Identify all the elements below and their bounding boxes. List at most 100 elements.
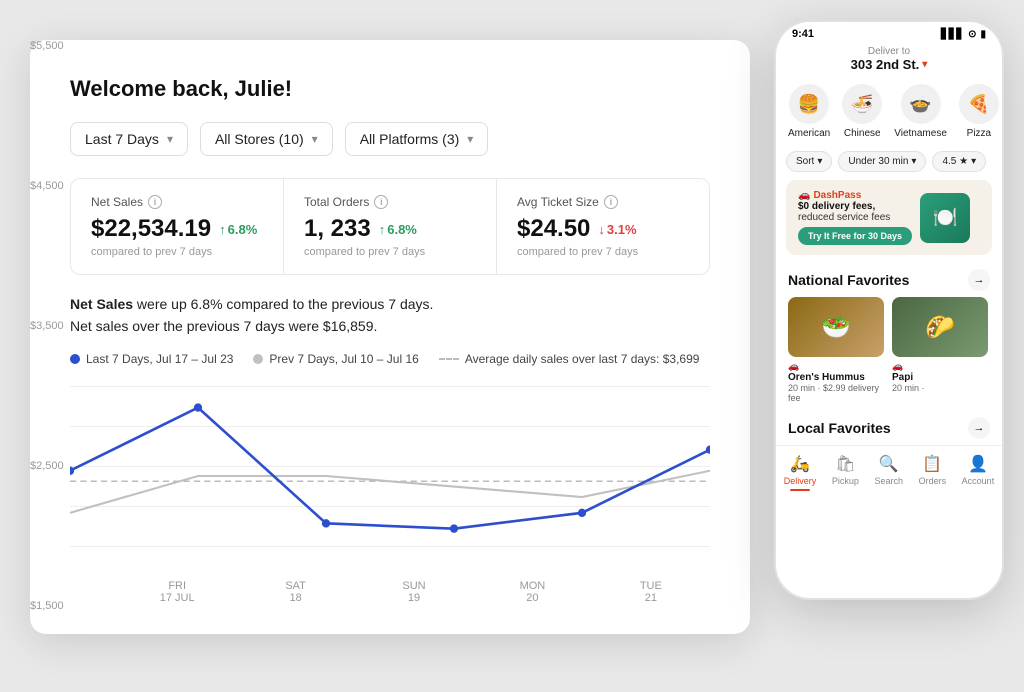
deliver-to-section: Deliver to 303 2nd St. ▾ [776,40,1002,76]
pizza-icon: 🍕 [959,84,999,124]
orens-meta: 20 min · $2.99 delivery fee [788,383,884,403]
chart-x-labels: FRI17 JUL SAT18 SUN19 MON20 TUE21 [70,580,710,604]
category-pizza-label: Pizza [967,128,991,139]
info-icon[interactable]: i [374,195,388,209]
category-chinese-label: Chinese [844,128,881,139]
filter-row: Last 7 Days ▾ All Stores (10) ▾ All Plat… [70,122,710,156]
restaurant-papi[interactable]: 🌮 🚗 Papi 20 min · [892,297,988,403]
net-sales-metric: Net Sales i $22,534.19 ↑ 6.8% compared t… [71,179,284,274]
rating-filter-label: 4.5 ★ [942,156,968,167]
x-label-sun: SUN19 [355,580,473,604]
avg-ticket-change: ↓ 3.1% [598,222,636,237]
nav-delivery[interactable]: 🛵 Delivery [784,454,817,491]
category-vietnamese[interactable]: 🍲 Vietnamese [894,84,947,139]
phone-filter-row: Sort ▾ Under 30 min ▾ 4.5 ★ ▾ [776,147,1002,180]
category-vietnamese-label: Vietnamese [894,128,947,139]
category-american-label: American [788,128,830,139]
status-icons: ▋▋▋ ⊙ ▮ [941,29,986,40]
national-favorites-arrow[interactable]: → [968,269,990,291]
platforms-filter[interactable]: All Platforms (3) ▾ [345,122,489,156]
chevron-down-icon: ▾ [312,132,318,146]
nav-orders-label: Orders [919,476,947,486]
battery-icon: ▮ [980,29,986,40]
address-display[interactable]: 303 2nd St. ▾ [776,57,1002,72]
dashpass-cta-button[interactable]: Try It Free for 30 Days [798,227,912,245]
phone-content: Deliver to 303 2nd St. ▾ 🍔 American 🍜 Ch… [776,40,1002,592]
chinese-icon: 🍜 [842,84,882,124]
local-favorites-arrow[interactable]: → [968,417,990,439]
nav-account-label: Account [962,476,995,486]
legend-average: Average daily sales over last 7 days: $3… [439,352,700,366]
net-sales-change: ↑ 6.8% [219,222,257,237]
info-icon[interactable]: i [148,195,162,209]
category-chinese[interactable]: 🍜 Chinese [842,84,882,139]
date-range-filter[interactable]: Last 7 Days ▾ [70,122,188,156]
dashpass-image: 🍽️ [920,193,970,243]
nav-delivery-label: Delivery [784,476,817,486]
x-label-fri: FRI17 JUL [118,580,236,604]
sort-filter-pill[interactable]: Sort ▾ [786,151,832,172]
category-scroll[interactable]: 🍔 American 🍜 Chinese 🍲 Vietnamese 🍕 Pizz… [776,76,1002,147]
category-pizza[interactable]: 🍕 Pizza [959,84,999,139]
phone-status-bar: 9:41 ▋▋▋ ⊙ ▮ [776,22,1002,40]
time-chevron-icon: ▾ [911,156,916,167]
dashpass-text: 🚗 DashPass $0 delivery fees, reduced ser… [798,190,912,245]
rating-chevron-icon: ▾ [971,156,976,167]
x-label-sat: SAT18 [236,580,354,604]
metrics-row: Net Sales i $22,534.19 ↑ 6.8% compared t… [70,178,710,275]
papi-dashpass: 🚗 [892,361,988,372]
vietnamese-icon: 🍲 [901,84,941,124]
national-favorites-header: National Favorites → [776,263,1002,297]
local-favorites-title: Local Favorites [788,420,891,436]
chevron-down-icon: ▾ [167,132,173,146]
total-orders-change: ↑ 6.8% [379,222,417,237]
nav-active-indicator [790,489,810,491]
x-label-tue: TUE21 [592,580,710,604]
nav-account[interactable]: 👤 Account [962,454,995,491]
nav-pickup[interactable]: 🛍 Pickup [832,454,859,491]
net-sales-value: $22,534.19 ↑ 6.8% [91,215,263,243]
dashpass-logo: 🚗 [798,190,810,201]
orders-icon: 📋 [922,454,942,474]
papi-meta: 20 min · [892,383,988,393]
nav-pickup-label: Pickup [832,476,859,486]
nav-search[interactable]: 🔍 Search [874,454,903,491]
dashpass-banner[interactable]: 🚗 DashPass $0 delivery fees, reduced ser… [786,180,992,255]
orens-dashpass: 🚗 [788,361,884,372]
legend-line-average [439,358,459,360]
time-filter-label: Under 30 min [848,156,908,167]
nav-orders[interactable]: 📋 Orders [919,454,947,491]
platforms-label: All Platforms (3) [360,131,460,147]
wifi-icon: ⊙ [968,29,976,40]
avg-ticket-metric: Avg Ticket Size i $24.50 ↓ 3.1% compared… [497,179,709,274]
dashpass-line2: reduced service fees [798,212,912,223]
legend-dot-prev [253,354,263,364]
category-american[interactable]: 🍔 American [788,84,830,139]
time-filter-pill[interactable]: Under 30 min ▾ [838,151,926,172]
restaurant-orens[interactable]: 🥗 🚗 Oren's Hummus 20 min · $2.99 deliver… [788,297,884,403]
line-chart [70,376,710,576]
dashpass-title: DashPass [813,190,861,201]
phone-time: 9:41 [792,28,814,40]
chart-svg [70,376,710,576]
orens-name: Oren's Hummus [788,372,884,383]
net-sales-label: Net Sales i [91,195,263,209]
sort-chevron-icon: ▾ [817,156,822,167]
phone-overlay: 9:41 ▋▋▋ ⊙ ▮ Deliver to 303 2nd St. ▾ 🍔 … [774,20,1004,600]
rating-filter-pill[interactable]: 4.5 ★ ▾ [932,151,986,172]
avg-ticket-label: Avg Ticket Size i [517,195,689,209]
delivery-icon: 🛵 [790,454,810,474]
american-icon: 🍔 [789,84,829,124]
dashboard-card: Welcome back, Julie! Last 7 Days ▾ All S… [30,40,750,634]
chevron-down-icon: ▾ [467,132,473,146]
papi-image: 🌮 [892,297,988,357]
phone-bottom-nav: 🛵 Delivery 🛍 Pickup 🔍 Search 📋 Orders 👤 … [776,445,1002,497]
info-icon[interactable]: i [604,195,618,209]
search-icon: 🔍 [879,454,899,474]
dashpass-badge: 🚗 [892,361,903,372]
avg-ticket-value: $24.50 ↓ 3.1% [517,215,689,243]
x-label-mon: MON20 [473,580,591,604]
sort-label: Sort [796,156,814,167]
stores-filter[interactable]: All Stores (10) ▾ [200,122,333,156]
total-orders-compare: compared to prev 7 days [304,246,476,258]
